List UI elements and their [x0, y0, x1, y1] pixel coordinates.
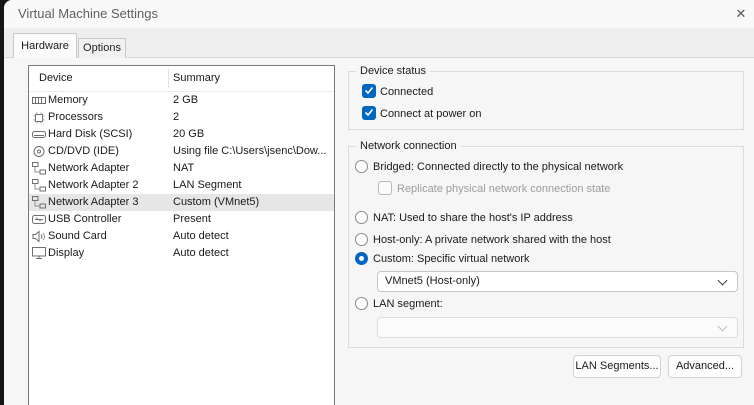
screen: Virtual Machine Settings ✕ Hardware Opti… — [0, 0, 754, 405]
lan-segment-radio[interactable] — [355, 297, 368, 310]
device-status-group: Device status — [348, 64, 744, 130]
device-row-cd-dvd[interactable]: CD/DVD (IDE) Using file C:\Users\jsenc\D… — [29, 143, 334, 160]
device-row-processors[interactable]: Processors 2 — [29, 109, 334, 126]
sound-card-icon — [32, 230, 46, 243]
usb-icon — [32, 213, 46, 226]
device-list: Device Summary Memory 2 GB Processors 2 … — [28, 65, 335, 405]
close-icon[interactable]: ✕ — [729, 2, 753, 26]
replicate-network-state-checkbox — [378, 181, 392, 195]
tab-options[interactable]: Options — [78, 38, 126, 58]
nat-label: NAT: Used to share the host's IP address — [373, 212, 573, 224]
title-bar: Virtual Machine Settings ✕ — [4, 0, 754, 28]
device-row-display[interactable]: Display Auto detect — [29, 245, 334, 262]
virtual-machine-settings-dialog: Virtual Machine Settings ✕ Hardware Opti… — [4, 0, 754, 405]
column-header-summary: Summary — [173, 72, 221, 84]
chevron-down-icon — [717, 275, 728, 286]
memory-icon — [32, 94, 46, 107]
connected-checkbox[interactable] — [362, 84, 376, 98]
device-list-header: Device Summary — [29, 66, 334, 92]
nat-radio[interactable] — [355, 211, 368, 224]
device-row-hard-disk[interactable]: Hard Disk (SCSI) 20 GB — [29, 126, 334, 143]
device-row-usb-controller[interactable]: USB Controller Present — [29, 211, 334, 228]
column-divider — [168, 69, 169, 88]
connect-at-power-on-checkbox[interactable] — [362, 106, 376, 120]
network-adapter-icon — [32, 179, 46, 192]
network-adapter-icon — [32, 196, 46, 209]
chevron-down-icon — [717, 321, 728, 332]
custom-network-dropdown[interactable]: VMnet5 (Host-only) — [377, 271, 738, 292]
cd-dvd-icon — [32, 145, 46, 158]
device-row-network-adapter-2[interactable]: Network Adapter 2 LAN Segment — [29, 177, 334, 194]
dialog-title: Virtual Machine Settings — [18, 6, 158, 21]
device-status-group-label: Device status — [356, 64, 431, 79]
device-row-memory[interactable]: Memory 2 GB — [29, 92, 334, 109]
host-only-label: Host-only: A private network shared with… — [373, 234, 611, 246]
device-row-sound-card[interactable]: Sound Card Auto detect — [29, 228, 334, 245]
tab-strip: Hardware Options — [4, 28, 754, 58]
device-row-network-adapter-3[interactable]: Network Adapter 3 Custom (VMnet5) — [29, 194, 334, 211]
lan-segment-label: LAN segment: — [373, 298, 443, 310]
display-icon — [32, 247, 46, 260]
device-row-network-adapter[interactable]: Network Adapter NAT — [29, 160, 334, 177]
column-header-device: Device — [39, 72, 73, 84]
connected-label: Connected — [380, 86, 434, 98]
host-only-radio[interactable] — [355, 233, 368, 246]
network-adapter-icon — [32, 162, 46, 175]
custom-radio[interactable] — [355, 252, 368, 265]
processor-icon — [32, 111, 46, 124]
custom-label: Custom: Specific virtual network — [373, 253, 530, 265]
lan-segments-button[interactable]: LAN Segments... — [573, 355, 661, 378]
network-connection-group-label: Network connection — [356, 139, 461, 154]
hard-disk-icon — [32, 128, 46, 141]
lan-segment-dropdown — [377, 317, 738, 338]
connect-at-power-on-label: Connect at power on — [380, 108, 482, 120]
bridged-radio[interactable] — [355, 160, 368, 173]
replicate-network-state-label: Replicate physical network connection st… — [397, 183, 611, 195]
advanced-button[interactable]: Advanced... — [668, 355, 742, 378]
bridged-label: Bridged: Connected directly to the physi… — [373, 161, 624, 173]
custom-network-dropdown-value: VMnet5 (Host-only) — [385, 275, 480, 287]
tab-hardware[interactable]: Hardware — [13, 33, 77, 58]
